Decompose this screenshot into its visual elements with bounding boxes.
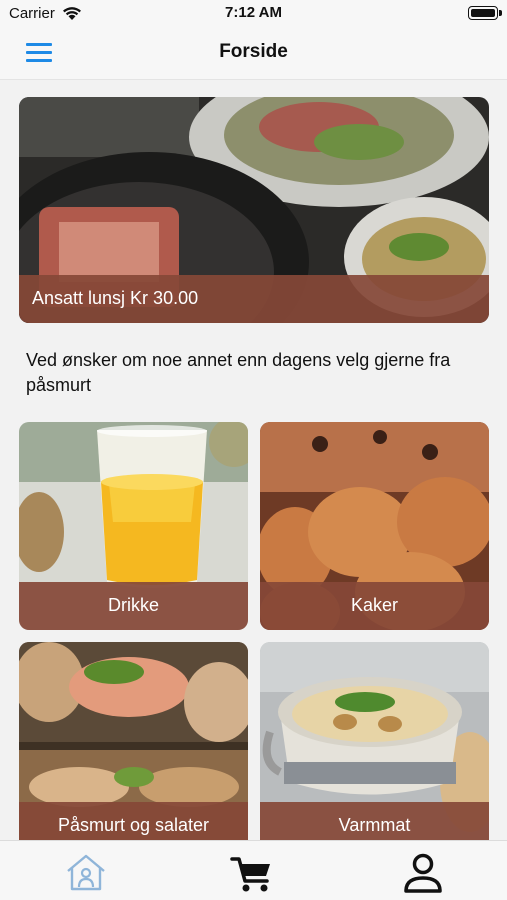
tab-home[interactable] bbox=[56, 851, 116, 895]
tab-profile[interactable] bbox=[393, 851, 453, 895]
category-label: Kaker bbox=[260, 582, 489, 630]
lunch-special-card[interactable]: Ansatt lunsj Kr 30.00 bbox=[19, 97, 489, 323]
tab-bar bbox=[0, 840, 507, 900]
home-icon bbox=[67, 854, 105, 891]
category-kaker[interactable]: Kaker bbox=[260, 422, 489, 630]
info-text: Ved ønsker om noe annet enn dagens velg … bbox=[26, 350, 451, 395]
profile-icon bbox=[404, 853, 442, 893]
category-label: Påsmurt og salater bbox=[19, 802, 248, 840]
category-drikke[interactable]: Drikke bbox=[19, 422, 248, 630]
cart-icon bbox=[230, 857, 270, 892]
category-varmmat[interactable]: Varmmat bbox=[260, 642, 489, 840]
tab-cart[interactable] bbox=[222, 851, 282, 895]
page-title: Forside bbox=[219, 41, 288, 62]
battery-tip bbox=[499, 10, 502, 16]
lunch-special-caption: Ansatt lunsj Kr 30.00 bbox=[19, 275, 489, 323]
navigation-bar: Forside bbox=[0, 28, 507, 80]
category-label: Varmmat bbox=[260, 802, 489, 840]
category-pasmurt-og-salater[interactable]: Påsmurt og salater bbox=[19, 642, 248, 840]
status-time: 7:12 AM bbox=[225, 4, 282, 21]
category-label: Drikke bbox=[19, 582, 248, 630]
main-content: Ansatt lunsj Kr 30.00 Ved ønsker om noe … bbox=[0, 80, 507, 840]
status-bar: Carrier 7:12 AM bbox=[0, 0, 507, 28]
battery-icon bbox=[468, 6, 498, 20]
